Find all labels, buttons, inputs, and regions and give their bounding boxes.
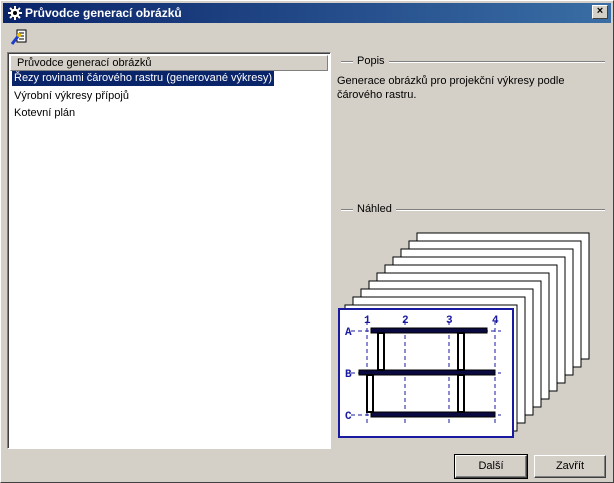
preview-column-label: 4 xyxy=(492,315,499,327)
list-item-sections[interactable]: Řezy rovinami čárového rastru (generovan… xyxy=(12,71,274,86)
dialog-window: Průvodce generací obrázků × Průvodce gen… xyxy=(0,0,614,483)
description-group-label: Popis xyxy=(353,55,389,67)
close-button[interactable]: Zavřít xyxy=(534,455,606,478)
preview-row-label: C xyxy=(345,411,352,423)
wizard-tool-icon[interactable] xyxy=(10,28,28,46)
preview-column-label: 2 xyxy=(402,315,409,327)
description-text: Generace obrázků pro projekční výkresy p… xyxy=(337,75,565,101)
list-item-anchor-plan[interactable]: Kotevní plán xyxy=(12,106,77,121)
wizard-list[interactable]: Průvodce generací obrázků Řezy rovinami … xyxy=(7,52,331,449)
list-item-connection-drawings[interactable]: Výrobní výkresy přípojů xyxy=(12,89,131,104)
window-title: Průvodce generací obrázků xyxy=(25,6,182,20)
list-header[interactable]: Průvodce generací obrázků xyxy=(10,55,328,71)
preview-group-label: Náhled xyxy=(353,203,396,215)
preview-column-label: 3 xyxy=(446,315,453,327)
gear-icon xyxy=(8,6,22,20)
preview-row-label: A xyxy=(345,327,352,339)
preview-column-label: 1 xyxy=(364,315,371,327)
preview-front-sheet: 1 2 3 4 A B C xyxy=(338,308,514,438)
next-button[interactable]: Další xyxy=(454,454,528,479)
preview-row-label: B xyxy=(345,369,352,381)
close-window-button[interactable]: × xyxy=(592,5,608,19)
preview-image: 1 2 3 4 A B C xyxy=(338,232,590,438)
title-bar[interactable]: Průvodce generací obrázků × xyxy=(3,3,611,23)
